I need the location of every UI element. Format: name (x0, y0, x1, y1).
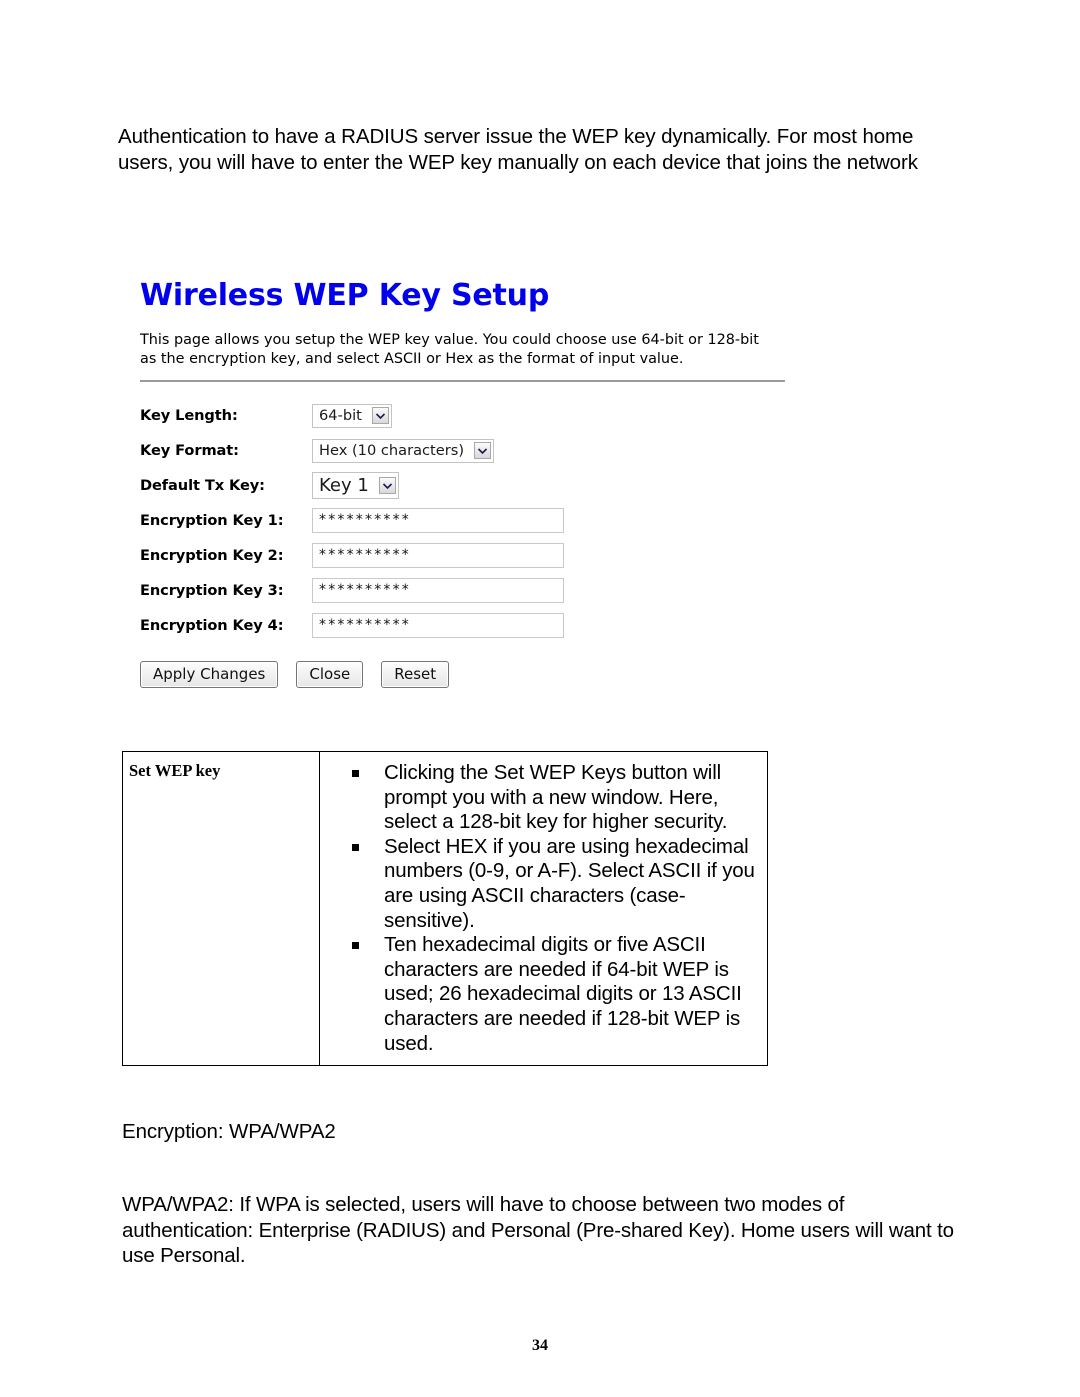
wep-key-setup-panel: Wireless WEP Key Setup This page allows … (122, 262, 787, 734)
panel-title: Wireless WEP Key Setup (140, 278, 550, 313)
list-item: Select HEX if you are using hexadecimal … (320, 835, 757, 933)
panel-button-row: Apply Changes Close Reset (122, 643, 787, 688)
close-button[interactable]: Close (296, 661, 364, 688)
list-item: Ten hexadecimal digits or five ASCII cha… (320, 933, 757, 1056)
label-key-length: Key Length: (140, 407, 238, 424)
square-bullet-icon (352, 843, 359, 851)
list-item-text: Ten hexadecimal digits or five ASCII cha… (384, 933, 742, 1055)
square-bullet-icon (352, 770, 359, 777)
form-row-encryption-key-1: Encryption Key 1: ********** (140, 503, 787, 538)
wep-form: Key Length: 64-bit Key Format: Hex (10 c… (122, 382, 787, 643)
label-encryption-key-1: Encryption Key 1: (140, 512, 284, 529)
description-table: Set WEP key Clicking the Set WEP Keys bu… (122, 750, 768, 1067)
select-key-format[interactable]: Hex (10 characters) (312, 438, 495, 463)
select-key-length[interactable]: 64-bit (312, 403, 392, 428)
select-default-tx-key[interactable]: Key 1 (312, 472, 399, 499)
reset-button[interactable]: Reset (381, 661, 450, 688)
panel-description: This page allows you setup the WEP key v… (140, 332, 759, 367)
page-number: 34 (532, 1337, 548, 1354)
wpa-paragraph: WPA/WPA2: If WPA is selected, users will… (122, 1193, 954, 1267)
input-encryption-key-2[interactable]: ********** (312, 543, 564, 568)
input-encryption-key-1[interactable]: ********** (312, 508, 564, 533)
label-encryption-key-4: Encryption Key 4: (140, 617, 284, 634)
form-row-encryption-key-3: Encryption Key 3: ********** (140, 573, 787, 608)
apply-changes-button[interactable]: Apply Changes (140, 661, 279, 688)
list-item: Clicking the Set WEP Keys button will pr… (320, 761, 757, 835)
table-cell-description: Clicking the Set WEP Keys button will pr… (319, 750, 768, 1067)
list-item-text: Clicking the Set WEP Keys button will pr… (384, 761, 728, 834)
label-encryption-key-2: Encryption Key 2: (140, 547, 284, 564)
encryption-sub-heading: Encryption: WPA/WPA2 (122, 1120, 336, 1143)
set-wep-key-label: Set WEP key (129, 761, 221, 780)
label-default-tx-key: Default Tx Key: (140, 477, 265, 494)
form-row-default-tx-key: Default Tx Key: Key 1 (140, 468, 787, 503)
table-row: Set WEP key Clicking the Set WEP Keys bu… (122, 750, 768, 1067)
list-item-text: Select HEX if you are using hexadecimal … (384, 834, 755, 932)
form-row-encryption-key-4: Encryption Key 4: ********** (140, 608, 787, 643)
label-key-format: Key Format: (140, 442, 239, 459)
select-key-format-value: Hex (10 characters) (319, 442, 465, 459)
table-cell-label: Set WEP key (122, 750, 320, 1067)
chevron-down-icon[interactable] (371, 407, 389, 424)
square-bullet-icon (352, 942, 359, 950)
chevron-down-icon[interactable] (378, 477, 396, 494)
description-bullet-list: Clicking the Set WEP Keys button will pr… (320, 761, 757, 1056)
form-row-key-length: Key Length: 64-bit (140, 398, 787, 433)
input-encryption-key-4[interactable]: ********** (312, 613, 564, 638)
label-encryption-key-3: Encryption Key 3: (140, 582, 284, 599)
form-row-encryption-key-2: Encryption Key 2: ********** (140, 538, 787, 573)
form-row-key-format: Key Format: Hex (10 characters) (140, 433, 787, 468)
intro-paragraph: Authentication to have a RADIUS server i… (118, 125, 918, 174)
chevron-down-icon[interactable] (474, 442, 492, 459)
select-default-tx-key-value: Key 1 (319, 475, 369, 496)
select-key-length-value: 64-bit (319, 407, 362, 424)
input-encryption-key-3[interactable]: ********** (312, 578, 564, 603)
